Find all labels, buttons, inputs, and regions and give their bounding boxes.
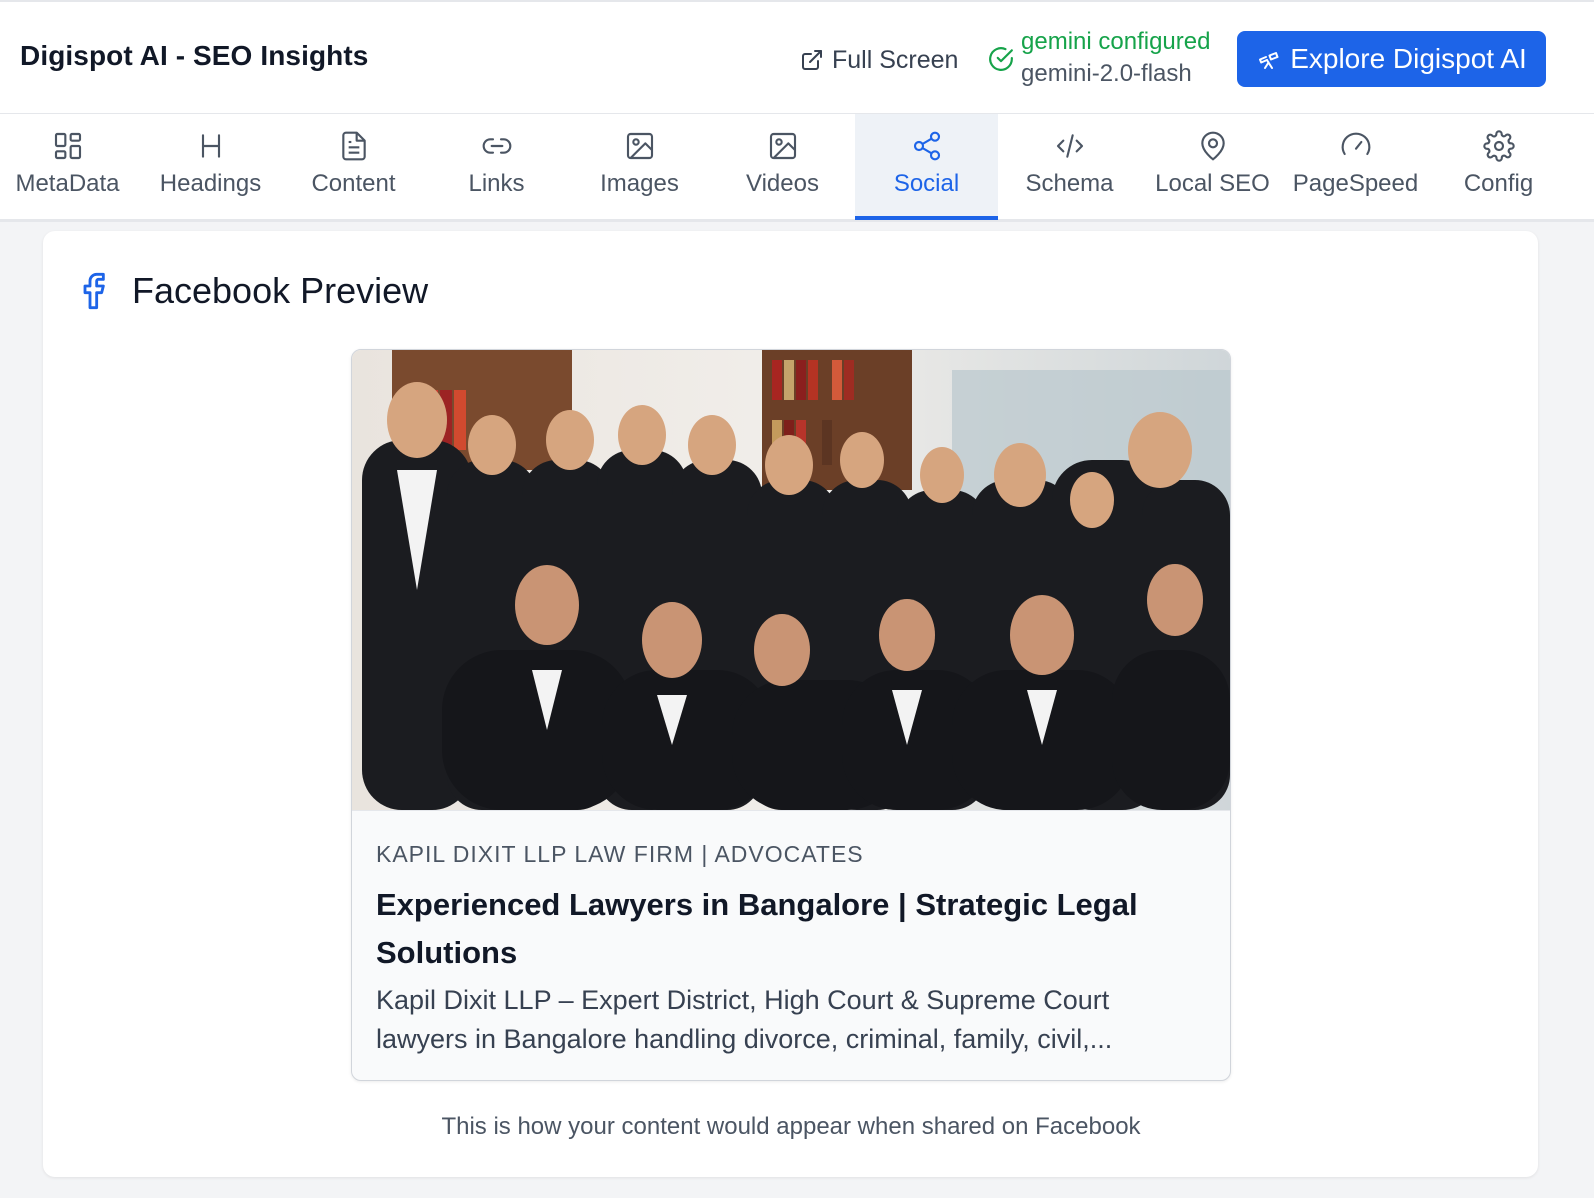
- top-bar: Digispot AI - SEO Insights Full Screen g…: [0, 0, 1594, 114]
- full-screen-button[interactable]: Full Screen: [800, 40, 958, 80]
- telescope-icon: [1259, 52, 1279, 69]
- app-title: Digispot AI - SEO Insights: [20, 40, 369, 71]
- gauge-icon: [1341, 132, 1370, 156]
- tab-label: MetaData: [15, 170, 120, 197]
- tab-bar: MetaData Headings Content Links Images V…: [0, 114, 1594, 222]
- link-icon: [482, 138, 511, 154]
- tab-label: Social: [893, 170, 960, 197]
- model-name: gemini-2.0-flash: [1021, 60, 1192, 87]
- check-circle-icon: [989, 47, 1013, 71]
- preview-description: Kapil Dixit LLP – Expert District, High …: [376, 985, 1113, 1054]
- preview-site-name: KAPIL DIXIT LLP LAW FIRM | ADVOCATES: [376, 841, 864, 867]
- tab-label: Config: [1463, 170, 1534, 197]
- gear-icon: [1482, 130, 1515, 162]
- tab-content[interactable]: Content: [282, 114, 425, 219]
- tab-metadata[interactable]: MetaData: [0, 114, 139, 219]
- tab-local-seo[interactable]: Local SEO: [1141, 114, 1284, 219]
- explore-button[interactable]: Explore Digispot AI: [1237, 31, 1546, 87]
- facebook-icon: [83, 272, 105, 310]
- document-icon: [341, 131, 366, 161]
- tab-images[interactable]: Images: [568, 114, 711, 219]
- grid-icon: [54, 132, 81, 160]
- tab-headings[interactable]: Headings: [139, 114, 282, 219]
- share-icon: [913, 131, 940, 161]
- status-text: gemini configured: [1021, 28, 1211, 55]
- image-icon: [626, 132, 653, 160]
- tab-label: Headings: [159, 170, 262, 197]
- explore-label: Explore Digispot AI: [1290, 43, 1527, 74]
- section-header: Facebook Preview: [80, 268, 428, 314]
- tab-social[interactable]: Social: [855, 114, 998, 220]
- tab-label: Links: [468, 170, 525, 197]
- tab-pagespeed[interactable]: PageSpeed: [1284, 114, 1427, 219]
- tab-label: Videos: [746, 170, 819, 197]
- section-title: Facebook Preview: [132, 270, 429, 311]
- tab-label: PageSpeed: [1292, 170, 1419, 197]
- tab-links[interactable]: Links: [425, 114, 568, 219]
- tab-label: Schema: [1025, 170, 1114, 197]
- tab-schema[interactable]: Schema: [998, 114, 1141, 219]
- facebook-preview-card[interactable]: KAPIL DIXIT LLP LAW FIRM | ADVOCATES Exp…: [351, 349, 1231, 1081]
- team-photo: [352, 350, 1230, 810]
- map-pin-icon: [1200, 131, 1225, 161]
- tab-config[interactable]: Config: [1427, 114, 1570, 219]
- heading-icon: [201, 134, 220, 158]
- image-icon: [769, 132, 796, 160]
- model-status: gemini configured gemini-2.0-flash: [988, 28, 1228, 92]
- tab-label: Local SEO: [1155, 170, 1270, 197]
- preview-title: Experienced Lawyers in Bangalore | Strat…: [376, 887, 1138, 970]
- preview-caption: This is how your content would appear wh…: [441, 1113, 1141, 1140]
- tab-label: Content: [311, 170, 396, 197]
- tab-videos[interactable]: Videos: [711, 114, 854, 219]
- code-icon: [1056, 134, 1083, 158]
- preview-body: KAPIL DIXIT LLP LAW FIRM | ADVOCATES Exp…: [352, 810, 1230, 1080]
- external-link-icon: [802, 50, 822, 70]
- tab-label: Images: [600, 170, 679, 197]
- full-screen-label: Full Screen: [832, 45, 959, 74]
